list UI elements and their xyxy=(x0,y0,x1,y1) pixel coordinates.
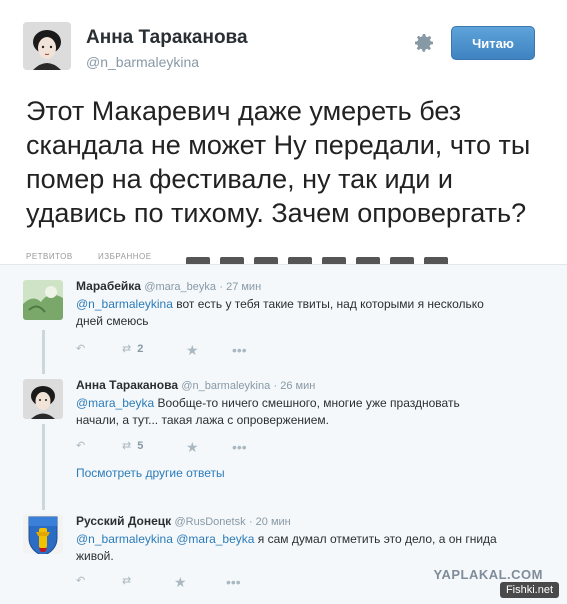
reply-text: @n_barmaleykina @mara_beyka я сам думал … xyxy=(76,531,526,565)
tweet-text-line: удавись по тихому. Зачем опровергать? xyxy=(26,198,527,228)
site-badge: Fishki.net xyxy=(500,582,559,598)
more-icon[interactable]: ••• xyxy=(226,574,241,590)
avatar[interactable] xyxy=(23,514,63,554)
favorite-icon[interactable]: ★ xyxy=(174,574,187,591)
favoriter-avatars xyxy=(186,257,448,264)
reply-time[interactable]: · 27 мин xyxy=(219,281,261,293)
mention-link[interactable]: @n_barmaleykina @mara_beyka xyxy=(76,532,254,546)
reply-text-part: дней смеюсь xyxy=(76,314,149,328)
reply-text-part: Вообще-то ничего смешного, многие уже пр… xyxy=(154,396,460,410)
reply-header: Анна Тараканова @n_barmaleykina · 26 мин xyxy=(76,378,315,392)
tweet-text-line: помер на фестивале, ну так иди и xyxy=(26,164,453,194)
reply-text: @n_barmaleykina вот есть у тебя такие тв… xyxy=(76,296,526,330)
avatar[interactable] xyxy=(23,280,63,320)
author-name[interactable]: Анна Тараканова xyxy=(86,27,248,49)
author-handle[interactable]: @n_barmaleykina xyxy=(86,54,199,70)
retweets-label[interactable]: РЕТВИТОВ xyxy=(26,252,73,261)
mention-link[interactable]: @n_barmaleykina xyxy=(76,297,173,311)
retweet-icon: ⇄ xyxy=(122,440,132,452)
reply-author-handle[interactable]: @n_barmaleykina xyxy=(181,380,270,392)
reply-text-part: живой. xyxy=(76,549,114,563)
reply-author-name[interactable]: Анна Тараканова xyxy=(76,378,178,392)
reply-icon[interactable]: ↶ xyxy=(76,342,85,355)
tweet-text-line: Этот Макаревич даже умереть без xyxy=(26,96,462,126)
tweet-header: Анна Тараканова @n_barmaleykina Читаю xyxy=(0,0,567,88)
thread-connector xyxy=(42,424,45,510)
reply-icon[interactable]: ↶ xyxy=(76,439,85,452)
watermark: YAPLAKAL.COM xyxy=(433,567,543,582)
reply-header: Марабейка @mara_beyka · 27 мин xyxy=(76,279,261,293)
reply-text-part: я сам думал отметить это дело, а он гнид… xyxy=(254,532,497,546)
tweet-text-line: скандала не может Ну передали, что ты xyxy=(26,130,531,160)
reply-author-handle[interactable]: @mara_beyka xyxy=(144,281,216,293)
more-replies-link[interactable]: Посмотреть другие ответы xyxy=(76,466,225,480)
retweet-icon: ⇄ xyxy=(122,343,132,355)
avatar[interactable] xyxy=(23,22,71,70)
tweet-stats: РЕТВИТОВ ИЗБРАННОЕ xyxy=(26,252,556,264)
retweet-icon[interactable]: ⇄ xyxy=(122,574,131,587)
thread-connector xyxy=(42,330,45,374)
favorites-label[interactable]: ИЗБРАННОЕ xyxy=(98,252,152,261)
follow-button[interactable]: Читаю xyxy=(451,26,535,60)
more-icon[interactable]: ••• xyxy=(232,439,247,455)
more-icon[interactable]: ••• xyxy=(232,342,247,358)
reply-header: Русский Донецк @RusDonetsk · 20 мин xyxy=(76,514,291,528)
avatar[interactable] xyxy=(23,379,63,419)
retweet-button[interactable]: ⇄ 5 xyxy=(122,439,144,453)
gear-icon[interactable] xyxy=(412,31,436,55)
reply-text-part: начали, а тут... такая лажа с опровержен… xyxy=(76,413,329,427)
reply-text: @mara_beyka Вообще-то ничего смешного, м… xyxy=(76,395,526,429)
reply-icon[interactable]: ↶ xyxy=(76,574,85,587)
reply-author-name[interactable]: Марабейка xyxy=(76,279,141,293)
retweet-count: 5 xyxy=(137,439,144,452)
favorite-icon[interactable]: ★ xyxy=(186,439,199,456)
reply-text-part: вот есть у тебя такие твиты, над которым… xyxy=(172,297,484,311)
reply-author-handle[interactable]: @RusDonetsk xyxy=(175,516,246,528)
reply-author-name[interactable]: Русский Донецк xyxy=(76,514,171,528)
retweet-count: 2 xyxy=(137,342,144,355)
retweet-button[interactable]: ⇄ 2 xyxy=(122,342,144,356)
favorite-icon[interactable]: ★ xyxy=(186,342,199,359)
reply-time[interactable]: · 26 мин xyxy=(274,380,316,392)
reply-time[interactable]: · 20 мин xyxy=(249,516,291,528)
tweet-text: Этот Макаревич даже умереть без скандала… xyxy=(26,94,556,230)
mention-link[interactable]: @mara_beyka xyxy=(76,396,154,410)
